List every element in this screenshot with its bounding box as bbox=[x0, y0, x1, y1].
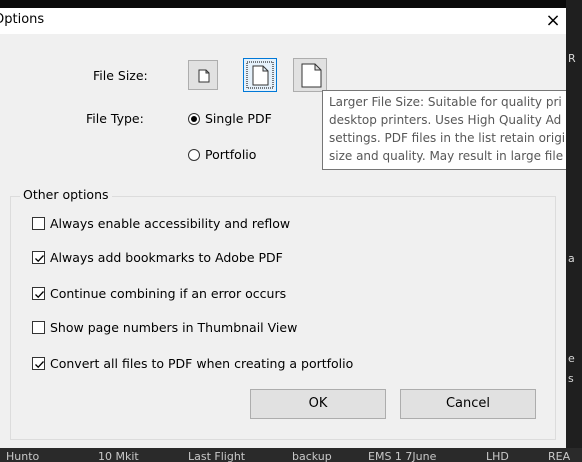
file-size-default-button[interactable] bbox=[243, 58, 277, 92]
file-size-small-button[interactable] bbox=[188, 60, 218, 90]
checkmark-icon bbox=[35, 291, 44, 299]
large-file-icon bbox=[301, 63, 322, 88]
background-text: e bbox=[568, 352, 575, 365]
taskbar-item: REA bbox=[548, 450, 571, 462]
background-right-strip: R a e s bbox=[566, 0, 582, 462]
checkbox-label: Always enable accessibility and reflow bbox=[50, 216, 291, 231]
checkbox-box bbox=[32, 357, 45, 370]
small-file-icon bbox=[198, 69, 210, 83]
taskbar-item: EMS 1 7June bbox=[368, 450, 437, 462]
checkbox-box bbox=[32, 287, 45, 300]
ok-button[interactable]: OK bbox=[250, 389, 386, 419]
taskbar-item: LHD bbox=[486, 450, 509, 462]
checkbox-box bbox=[32, 321, 45, 334]
add-bookmarks-checkbox[interactable]: Always add bookmarks to Adobe PDF bbox=[32, 250, 283, 265]
single-pdf-radio[interactable]: Single PDF bbox=[188, 111, 272, 126]
checkbox-box bbox=[32, 251, 45, 264]
close-icon: × bbox=[545, 10, 561, 31]
taskbar-item: Last Flight bbox=[188, 450, 246, 462]
checkmark-icon bbox=[35, 255, 44, 263]
cancel-button[interactable]: Cancel bbox=[400, 389, 536, 419]
background-taskbar-strip: Hunto 10 Mkit Last Flight backup EMS 1 7… bbox=[0, 448, 582, 462]
file-size-tooltip: Larger File Size: Suitable for quality p… bbox=[322, 90, 566, 170]
options-dialog: Options × File Size: File Type: Single P… bbox=[0, 8, 566, 448]
dialog-title: Options bbox=[0, 12, 45, 27]
tooltip-line: settings. PDF files in the list retain o… bbox=[329, 131, 566, 145]
checkmark-icon bbox=[35, 361, 44, 369]
file-type-label: File Type: bbox=[86, 111, 144, 126]
checkbox-label: Always add bookmarks to Adobe PDF bbox=[50, 250, 283, 265]
file-size-label: File Size: bbox=[93, 68, 148, 83]
tooltip-line: Larger File Size: Suitable for quality p… bbox=[329, 95, 562, 109]
tooltip-line: size and quality. May result in large fi… bbox=[329, 149, 564, 163]
background-text: s bbox=[568, 372, 574, 385]
radio-indicator bbox=[188, 148, 200, 161]
portfolio-radio[interactable]: Portfolio bbox=[188, 147, 256, 162]
continue-on-error-checkbox[interactable]: Continue combining if an error occurs bbox=[32, 286, 286, 301]
close-button[interactable]: × bbox=[540, 9, 566, 33]
checkbox-label: Continue combining if an error occurs bbox=[50, 286, 287, 301]
accessibility-reflow-checkbox[interactable]: Always enable accessibility and reflow bbox=[32, 216, 290, 231]
checkbox-label: Convert all files to PDF when creating a… bbox=[50, 356, 354, 371]
dialog-titlebar[interactable]: Options × bbox=[0, 8, 566, 34]
background-text: R bbox=[568, 52, 576, 65]
convert-portfolio-checkbox[interactable]: Convert all files to PDF when creating a… bbox=[32, 356, 353, 371]
checkbox-label: Show page numbers in Thumbnail View bbox=[50, 320, 298, 335]
taskbar-item: Hunto bbox=[6, 450, 40, 462]
radio-indicator bbox=[188, 112, 200, 125]
taskbar-item: backup bbox=[292, 450, 332, 462]
checkbox-box bbox=[32, 217, 45, 230]
background-text: a bbox=[568, 252, 575, 265]
other-options-legend: Other options bbox=[20, 187, 112, 202]
thumbnail-page-numbers-checkbox[interactable]: Show page numbers in Thumbnail View bbox=[32, 320, 297, 335]
default-file-icon bbox=[246, 61, 274, 89]
single-pdf-label: Single PDF bbox=[205, 111, 272, 126]
taskbar-item: 10 Mkit bbox=[98, 450, 139, 462]
portfolio-label: Portfolio bbox=[205, 147, 257, 162]
background-top-strip bbox=[0, 0, 582, 8]
tooltip-line: desktop printers. Uses High Quality Ad bbox=[329, 113, 562, 127]
file-size-large-button[interactable] bbox=[293, 58, 327, 92]
